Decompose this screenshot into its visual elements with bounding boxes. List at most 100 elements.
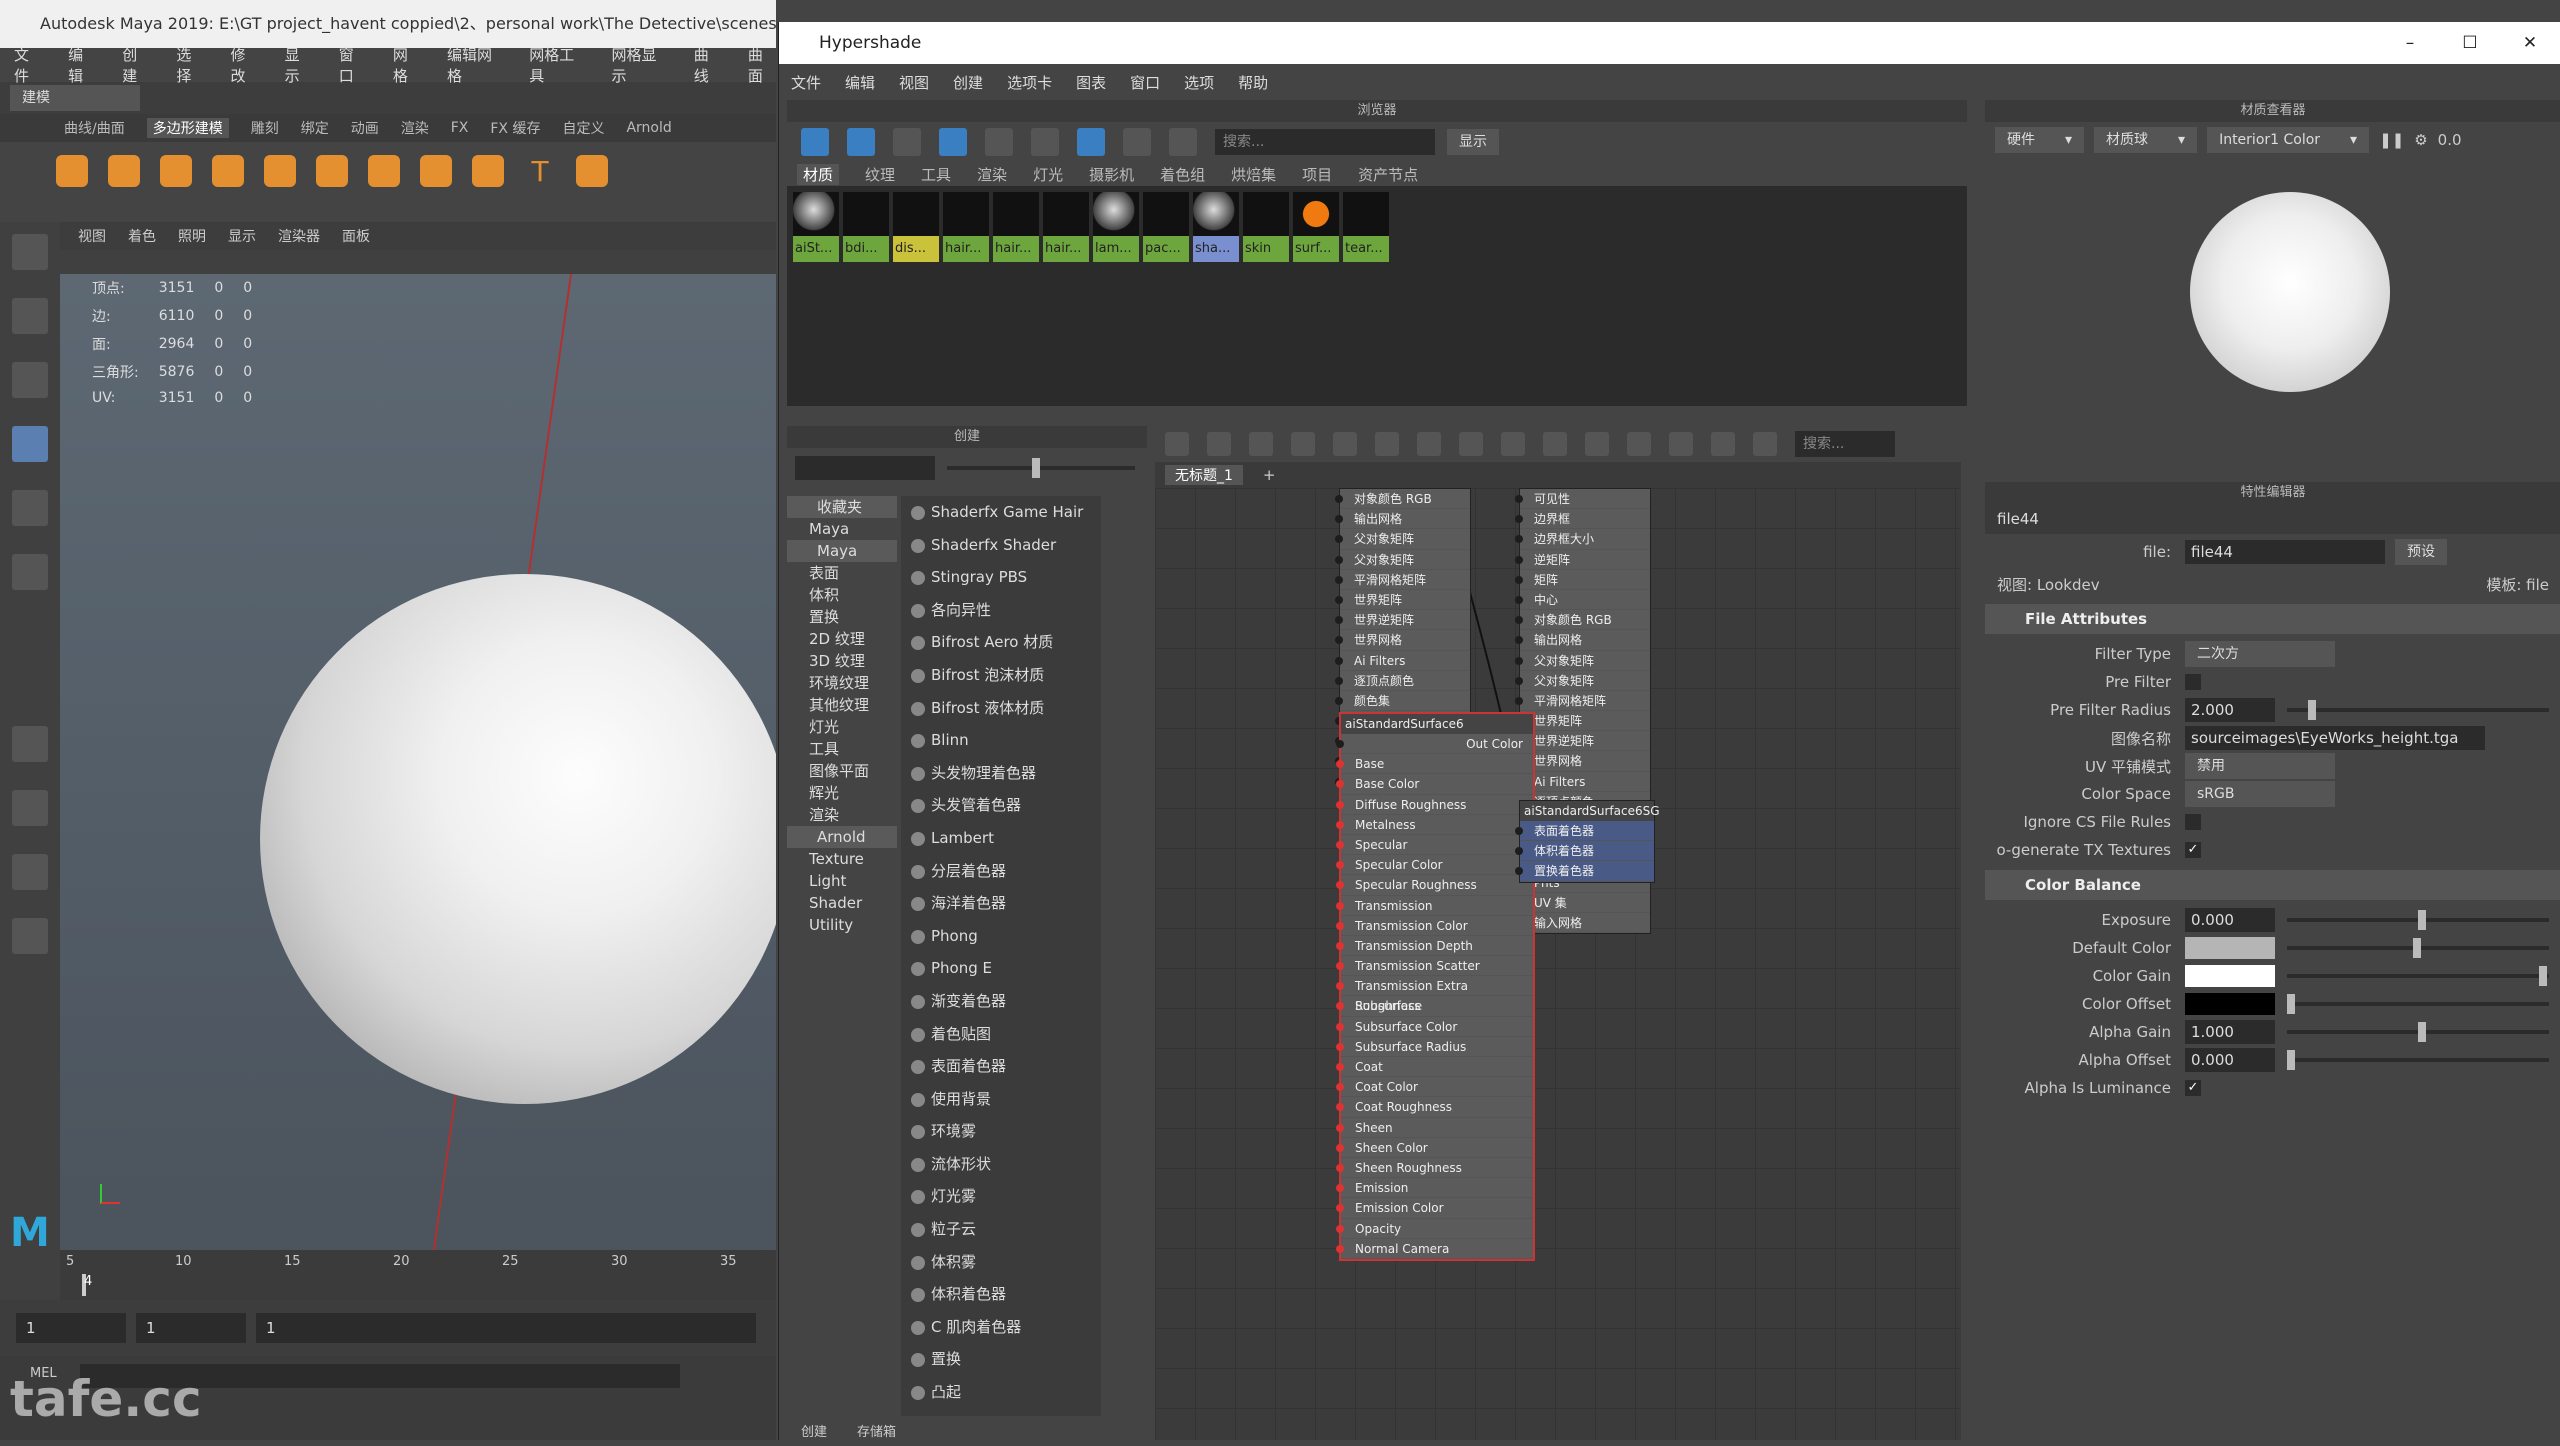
browser-tab[interactable]: 材质 xyxy=(797,163,840,185)
platonic-icon[interactable] xyxy=(420,155,452,187)
create-category[interactable]: Utility xyxy=(787,914,897,936)
snap-grid-icon[interactable] xyxy=(1711,432,1735,456)
shelf-tab[interactable]: Arnold xyxy=(626,120,671,136)
shader-attribute[interactable]: Metalness xyxy=(1336,815,1533,835)
file-node-name-field[interactable]: file44 xyxy=(2185,540,2385,564)
node-attribute[interactable]: 输入网格 xyxy=(1515,913,1650,934)
menu-item[interactable]: 编辑网格 xyxy=(447,44,503,86)
create-bottom-tab[interactable]: 存储箱 xyxy=(857,1421,896,1440)
shelf-tab[interactable]: 多边形建模 xyxy=(146,118,229,138)
node-attribute[interactable]: 对象颜色 RGB xyxy=(1515,610,1650,631)
create-node-item[interactable]: 头发物理着色器 xyxy=(901,757,1101,790)
browser-tab[interactable]: 渲染 xyxy=(977,164,1007,185)
frame-all-icon[interactable] xyxy=(1627,432,1651,456)
cube-icon[interactable] xyxy=(108,155,140,187)
menu-item[interactable]: 修改 xyxy=(231,44,259,86)
node-attribute[interactable]: 边界框大小 xyxy=(1515,529,1650,550)
node-attribute[interactable]: 逐顶点颜色 xyxy=(1335,671,1470,691)
star-icon[interactable] xyxy=(472,155,504,187)
ae-checkbox[interactable] xyxy=(2185,814,2201,830)
node-attribute[interactable]: 平滑网格矩阵 xyxy=(1515,691,1650,712)
create-node-item[interactable]: Bifrost Aero 材质 xyxy=(901,626,1101,659)
create-node-item[interactable]: Shaderfx Game Hair xyxy=(901,496,1101,529)
create-category[interactable]: 工具 xyxy=(787,738,897,760)
material-swatch[interactable]: pac... xyxy=(1143,192,1189,262)
shader-attribute[interactable]: Subsurface Radius xyxy=(1336,1037,1533,1057)
ae-dropdown[interactable]: 二次方 xyxy=(2185,641,2335,667)
create-node-item[interactable]: 环境雾 xyxy=(901,1115,1101,1148)
node-attribute[interactable]: 世界网格 xyxy=(1335,630,1470,651)
create-node-item[interactable]: Stingray PBS xyxy=(901,561,1101,594)
shader-attribute[interactable]: Base xyxy=(1336,754,1533,775)
node-attribute[interactable]: 矩阵 xyxy=(1515,570,1650,590)
shelf-tab[interactable]: FX 缓存 xyxy=(490,118,540,138)
sort-name-icon[interactable] xyxy=(1077,128,1105,156)
create-node-item[interactable]: 各向异性 xyxy=(901,594,1101,627)
create-category[interactable]: 体积 xyxy=(787,584,897,606)
material-swatch[interactable]: sha... xyxy=(1193,192,1239,262)
node-attribute[interactable]: 输出网格 xyxy=(1515,630,1650,651)
menu-item[interactable]: 选项卡 xyxy=(1007,72,1052,93)
disc-icon[interactable] xyxy=(368,155,400,187)
create-node-item[interactable]: 粒子云 xyxy=(901,1213,1101,1246)
create-node-item[interactable]: 头发管着色器 xyxy=(901,789,1101,822)
swatch-view-icon[interactable] xyxy=(847,128,875,156)
layout-single-icon[interactable] xyxy=(12,726,48,762)
shader-node[interactable]: aiStandardSurface6 Out Color Base Base Colo… xyxy=(1336,712,1535,1261)
material-swatch[interactable]: tear... xyxy=(1343,192,1389,262)
exposure-value[interactable]: 0.0 xyxy=(2438,131,2462,149)
shader-attribute[interactable]: Specular Color xyxy=(1336,855,1533,876)
rotate-tool-icon[interactable] xyxy=(12,490,48,526)
node-attribute[interactable]: 中心 xyxy=(1515,590,1650,611)
plane-icon[interactable] xyxy=(316,155,348,187)
shading-group-node[interactable]: aiStandardSurface6SG 表面着色器 体积着色器 置换着色器 xyxy=(1515,800,1660,883)
menu-item[interactable]: 网格工具 xyxy=(529,44,585,86)
menu-item[interactable]: 网格 xyxy=(393,44,421,86)
create-node-item[interactable]: C 肌肉着色器 xyxy=(901,1311,1101,1344)
create-category[interactable]: 2D 纹理 xyxy=(787,628,897,650)
menu-item[interactable]: 编辑 xyxy=(845,72,875,93)
scale-tool-icon[interactable] xyxy=(12,554,48,590)
shape-dropdown[interactable]: 材质球 ▾ xyxy=(2094,127,2198,153)
viewport-menu-item[interactable]: 着色 xyxy=(128,226,156,246)
create-category[interactable]: Maya xyxy=(787,518,897,540)
select-tool-icon[interactable] xyxy=(12,234,48,270)
shader-attribute[interactable]: Coat Roughness xyxy=(1336,1097,1533,1118)
ae-slider[interactable] xyxy=(2287,1022,2549,1042)
shader-attribute[interactable]: Transmission xyxy=(1336,896,1533,916)
graph-canvas[interactable]: 对象颜色 RGB 输出网格 父对象矩阵 父对象矩阵 平滑网格矩阵 世界矩阵 世界逆矩阵 世界网… xyxy=(1155,488,1961,1440)
ae-number-field[interactable]: 0.000 xyxy=(2185,1048,2275,1072)
clear-graph-icon[interactable] xyxy=(1291,432,1315,456)
shader-attribute[interactable]: Sheen Roughness xyxy=(1336,1158,1533,1179)
shelf-tab[interactable]: 绑定 xyxy=(301,118,329,138)
node-attribute[interactable]: 颜色集 xyxy=(1335,691,1470,712)
create-node-item[interactable]: Phong E xyxy=(901,952,1101,985)
create-category[interactable]: 图像平面 xyxy=(787,760,897,782)
node-attribute[interactable]: 平滑网格矩阵 xyxy=(1335,570,1470,590)
menu-item[interactable]: 编辑 xyxy=(68,44,96,86)
create-node-item[interactable]: 海洋着色器 xyxy=(901,887,1101,920)
create-node-item[interactable]: 分层着色器 xyxy=(901,855,1101,888)
menu-item[interactable]: 窗口 xyxy=(1130,72,1160,93)
svg-icon[interactable] xyxy=(576,155,608,187)
shader-attribute[interactable]: Transmission Color xyxy=(1336,916,1533,936)
add-selected-icon[interactable] xyxy=(1333,432,1357,456)
maximize-icon[interactable]: ☐ xyxy=(2440,33,2500,53)
sphere-icon[interactable] xyxy=(56,155,88,187)
ae-text-field[interactable]: sourceimages\EyeWorks_height.tga xyxy=(2185,726,2485,750)
icons-large-icon[interactable] xyxy=(1031,128,1059,156)
shelf-tab[interactable]: 自定义 xyxy=(562,118,604,138)
browser-tab[interactable]: 工具 xyxy=(921,164,951,185)
material-swatch[interactable]: bdi... xyxy=(843,192,889,262)
browser-tab[interactable]: 灯光 xyxy=(1033,164,1063,185)
torus-icon[interactable] xyxy=(264,155,296,187)
material-swatch[interactable]: aiSt... xyxy=(793,192,839,262)
sort-type-icon[interactable] xyxy=(1123,128,1151,156)
ae-section-header[interactable]: Color Balance xyxy=(1985,870,2560,900)
graph-icon[interactable] xyxy=(801,128,829,156)
shelf-tab[interactable]: 曲线/曲面 xyxy=(64,118,125,138)
material-swatch[interactable]: hair... xyxy=(993,192,1039,262)
create-node-item[interactable]: 体积雾 xyxy=(901,1246,1101,1279)
pause-icon[interactable]: ❚❚ xyxy=(2379,131,2404,149)
rearrange-icon[interactable] xyxy=(1417,432,1441,456)
